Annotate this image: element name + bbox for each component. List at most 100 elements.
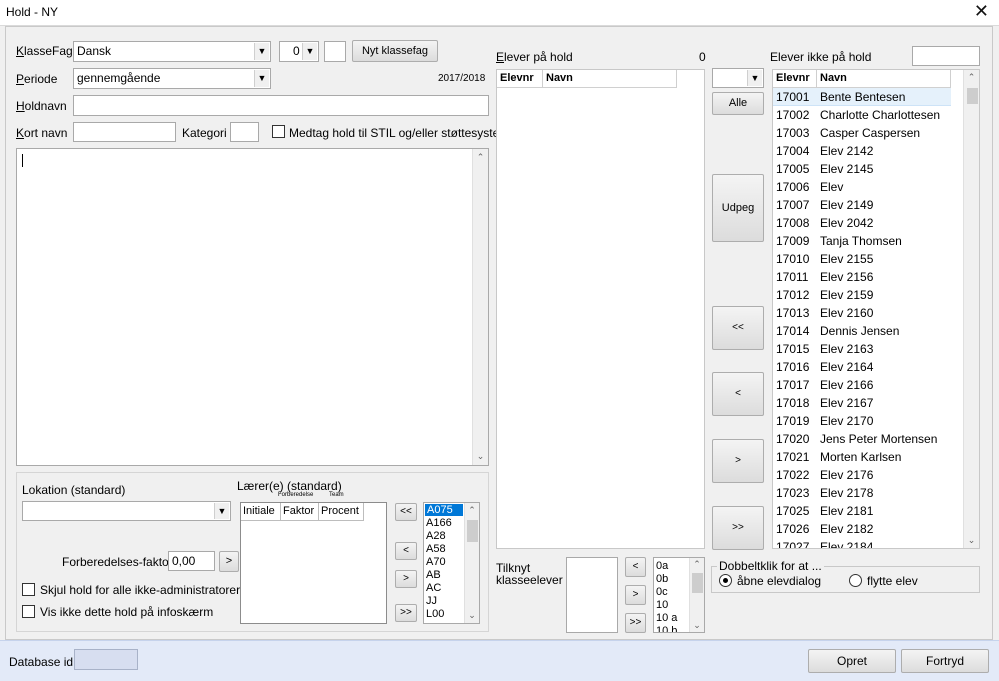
teacher-table[interactable]: Initiale Faktor Procent [240, 502, 387, 624]
class-item[interactable]: 10 b [656, 625, 677, 632]
extra-input[interactable] [324, 41, 346, 62]
scroll-down-icon[interactable]: ⌄ [473, 451, 488, 462]
transfer-select[interactable]: ▼ [712, 68, 764, 88]
notes-scrollbar[interactable]: ⌃ ⌄ [472, 149, 488, 465]
teacher-codes-scrollbar[interactable]: ⌃ ⌄ [464, 503, 479, 623]
udpeg-button[interactable]: Udpeg [712, 174, 764, 242]
scroll-down-icon[interactable]: ⌄ [964, 535, 979, 546]
lokation-select[interactable]: ▼ [22, 501, 231, 521]
scroll-down-icon[interactable]: ⌄ [690, 620, 704, 631]
holdnavn-input[interactable] [73, 95, 489, 116]
student-row[interactable]: 17026 Elev 2182 [773, 520, 951, 538]
student-row[interactable]: 17027 Elev 2184 [773, 538, 951, 548]
teacher-code-item[interactable]: AC [426, 582, 441, 594]
scroll-up-icon[interactable]: ⌃ [690, 559, 704, 570]
student-row[interactable]: 17021 Morten Karlsen [773, 448, 951, 466]
search-input[interactable] [912, 46, 980, 66]
student-row[interactable]: 17007 Elev 2149 [773, 196, 951, 214]
student-row[interactable]: 17019 Elev 2170 [773, 412, 951, 430]
klassefag-select[interactable]: Dansk ▼ [73, 41, 271, 62]
scroll-thumb[interactable] [467, 520, 478, 542]
teacher-code-item[interactable]: A28 [426, 530, 446, 542]
alle-button[interactable]: Alle [712, 92, 764, 115]
class-add-button[interactable]: > [625, 585, 646, 605]
teacher-code-item[interactable]: A58 [426, 543, 446, 555]
col-initiale[interactable]: Initiale [241, 503, 281, 521]
teacher-code-item[interactable]: A166 [426, 517, 452, 529]
remove-from-hold-button[interactable]: > [712, 439, 764, 483]
col-faktor[interactable]: Faktor [281, 503, 319, 521]
class-add-all-button[interactable]: >> [625, 613, 646, 633]
col-elevnr[interactable]: Elevnr [497, 70, 543, 88]
fortryd-button[interactable]: Fortryd [901, 649, 989, 673]
col-procent[interactable]: Procent [319, 503, 364, 521]
teacher-code-item[interactable]: A075 [425, 504, 463, 516]
col-navn[interactable]: Navn [817, 70, 951, 88]
student-row[interactable]: 17016 Elev 2164 [773, 358, 951, 376]
student-row[interactable]: 17018 Elev 2167 [773, 394, 951, 412]
kategori-input[interactable] [230, 122, 259, 142]
student-row[interactable]: 17012 Elev 2159 [773, 286, 951, 304]
opret-button[interactable]: Opret [808, 649, 896, 673]
teacher-remove-button[interactable]: > [395, 570, 417, 588]
move-all-to-hold-button[interactable]: << [712, 306, 764, 350]
radio-open-elevdialog[interactable] [719, 574, 732, 587]
scroll-up-icon[interactable]: ⌃ [465, 505, 479, 516]
col-elevnr[interactable]: Elevnr [773, 70, 817, 88]
student-row[interactable]: 17009 Tanja Thomsen [773, 232, 951, 250]
scroll-up-icon[interactable]: ⌃ [964, 72, 979, 83]
student-row[interactable]: 17025 Elev 2181 [773, 502, 951, 520]
student-row[interactable]: 17003 Casper Caspersen [773, 124, 951, 142]
student-row[interactable]: 17010 Elev 2155 [773, 250, 951, 268]
teacher-codes-list[interactable]: A075 A166 A28 A58 A70 AB AC JJ L00 ⌃ ⌄ [423, 502, 480, 624]
student-row[interactable]: 17017 Elev 2166 [773, 376, 951, 394]
class-item[interactable]: 0c [656, 586, 668, 598]
scroll-down-icon[interactable]: ⌄ [465, 610, 479, 621]
student-row[interactable]: 17011 Elev 2156 [773, 268, 951, 286]
radio-flytte-elev[interactable] [849, 574, 862, 587]
notes-textarea[interactable]: ⌃ ⌄ [16, 148, 489, 466]
student-row[interactable]: 17006 Elev [773, 178, 951, 196]
close-icon[interactable]: ✕ [974, 1, 989, 22]
students-scrollbar[interactable]: ⌃ ⌄ [963, 70, 979, 548]
student-row[interactable]: 17022 Elev 2176 [773, 466, 951, 484]
student-row[interactable]: 17014 Dennis Jensen [773, 322, 951, 340]
vis-checkbox[interactable] [22, 605, 35, 618]
elever-paa-hold-list[interactable]: Elevnr Navn [496, 69, 705, 549]
scroll-up-icon[interactable]: ⌃ [473, 152, 488, 163]
student-row[interactable]: 17020 Jens Peter Mortensen [773, 430, 951, 448]
skjul-checkbox[interactable] [22, 583, 35, 596]
student-row[interactable]: 17005 Elev 2145 [773, 160, 951, 178]
periode-select[interactable]: gennemgående ▼ [73, 68, 271, 89]
student-row[interactable]: 17001 Bente Bentesen [773, 88, 951, 106]
teacher-code-item[interactable]: L00 [426, 608, 444, 620]
move-to-hold-button[interactable]: < [712, 372, 764, 416]
student-row[interactable]: 17013 Elev 2160 [773, 304, 951, 322]
class-item[interactable]: 0b [656, 573, 668, 585]
class-item[interactable]: 10 a [656, 612, 677, 624]
col-navn[interactable]: Navn [543, 70, 677, 88]
scroll-thumb[interactable] [967, 88, 978, 104]
forb-faktor-button[interactable]: > [219, 551, 239, 572]
class-item[interactable]: 10 [656, 599, 668, 611]
teacher-code-item[interactable]: JJ [426, 595, 437, 607]
teacher-remove-all-button[interactable]: >> [395, 604, 417, 622]
student-row[interactable]: 17008 Elev 2042 [773, 214, 951, 232]
remove-all-from-hold-button[interactable]: >> [712, 506, 764, 550]
medtag-checkbox[interactable] [272, 125, 285, 138]
classes-scrollbar[interactable]: ⌃ ⌄ [689, 558, 704, 632]
number-select[interactable]: 0 ▼ [279, 41, 319, 62]
teacher-code-item[interactable]: A70 [426, 556, 446, 568]
teacher-add-all-button[interactable]: << [395, 503, 417, 521]
student-row[interactable]: 17002 Charlotte Charlottesen [773, 106, 951, 124]
kortnavn-input[interactable] [73, 122, 176, 142]
forb-faktor-input[interactable]: 0,00 [168, 551, 215, 571]
class-item[interactable]: 0a [656, 560, 668, 572]
classes-list[interactable]: 0a 0b 0c 10 10 a 10 b ⌃ ⌄ [653, 557, 705, 633]
student-row[interactable]: 17004 Elev 2142 [773, 142, 951, 160]
teacher-add-button[interactable]: < [395, 542, 417, 560]
tilknyt-list[interactable] [566, 557, 618, 633]
elever-ikke-list[interactable]: Elevnr Navn 17001 Bente Bentesen 17002 Char… [772, 69, 980, 549]
class-remove-button[interactable]: < [625, 557, 646, 577]
scroll-thumb[interactable] [692, 573, 703, 593]
